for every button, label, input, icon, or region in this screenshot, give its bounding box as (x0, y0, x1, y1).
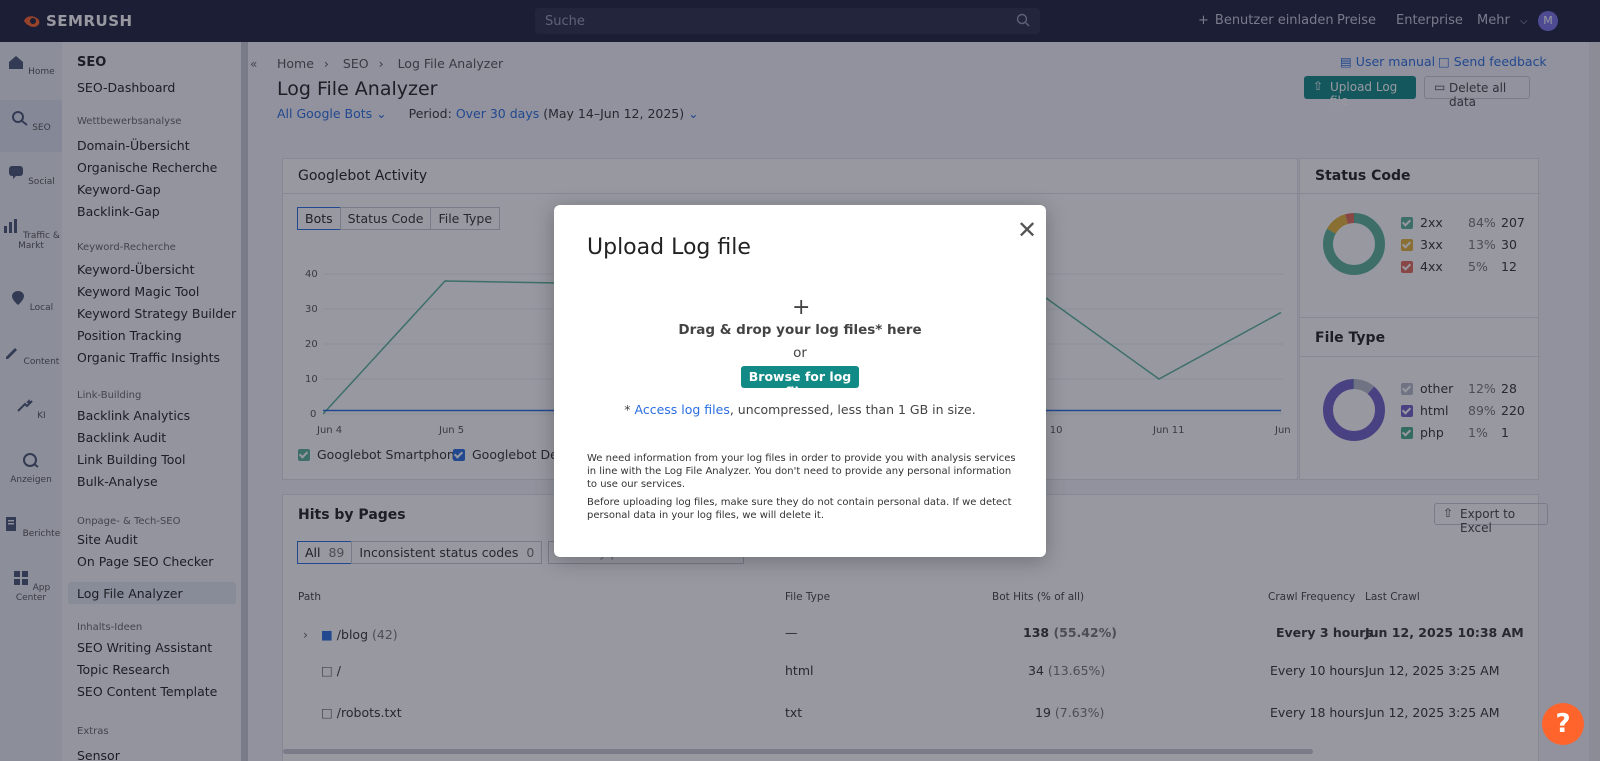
plus-icon[interactable]: + (792, 295, 810, 320)
privacy-notice: We need information from your log files … (587, 452, 1017, 522)
file-requirements-note: * Access log files, uncompressed, less t… (554, 402, 1046, 417)
note-suffix: , uncompressed, less than 1 GB in size. (729, 402, 976, 417)
access-log-files-link[interactable]: Access log files (635, 402, 730, 417)
help-button[interactable]: ? (1542, 703, 1584, 745)
privacy-paragraph-1: We need information from your log files … (587, 453, 1016, 490)
drop-zone-text[interactable]: Drag & drop your log files* here (554, 322, 1046, 338)
privacy-paragraph-2: Before uploading log files, make sure th… (587, 497, 1012, 521)
close-icon[interactable]: ✕ (1017, 218, 1037, 242)
upload-log-file-modal: Upload Log file ✕ + Drag & drop your log… (554, 205, 1046, 557)
note-asterisk: * (624, 402, 631, 417)
browse-log-files-button[interactable]: Browse for log files (741, 366, 859, 399)
or-text: or (793, 345, 807, 361)
modal-title: Upload Log file (587, 235, 751, 260)
